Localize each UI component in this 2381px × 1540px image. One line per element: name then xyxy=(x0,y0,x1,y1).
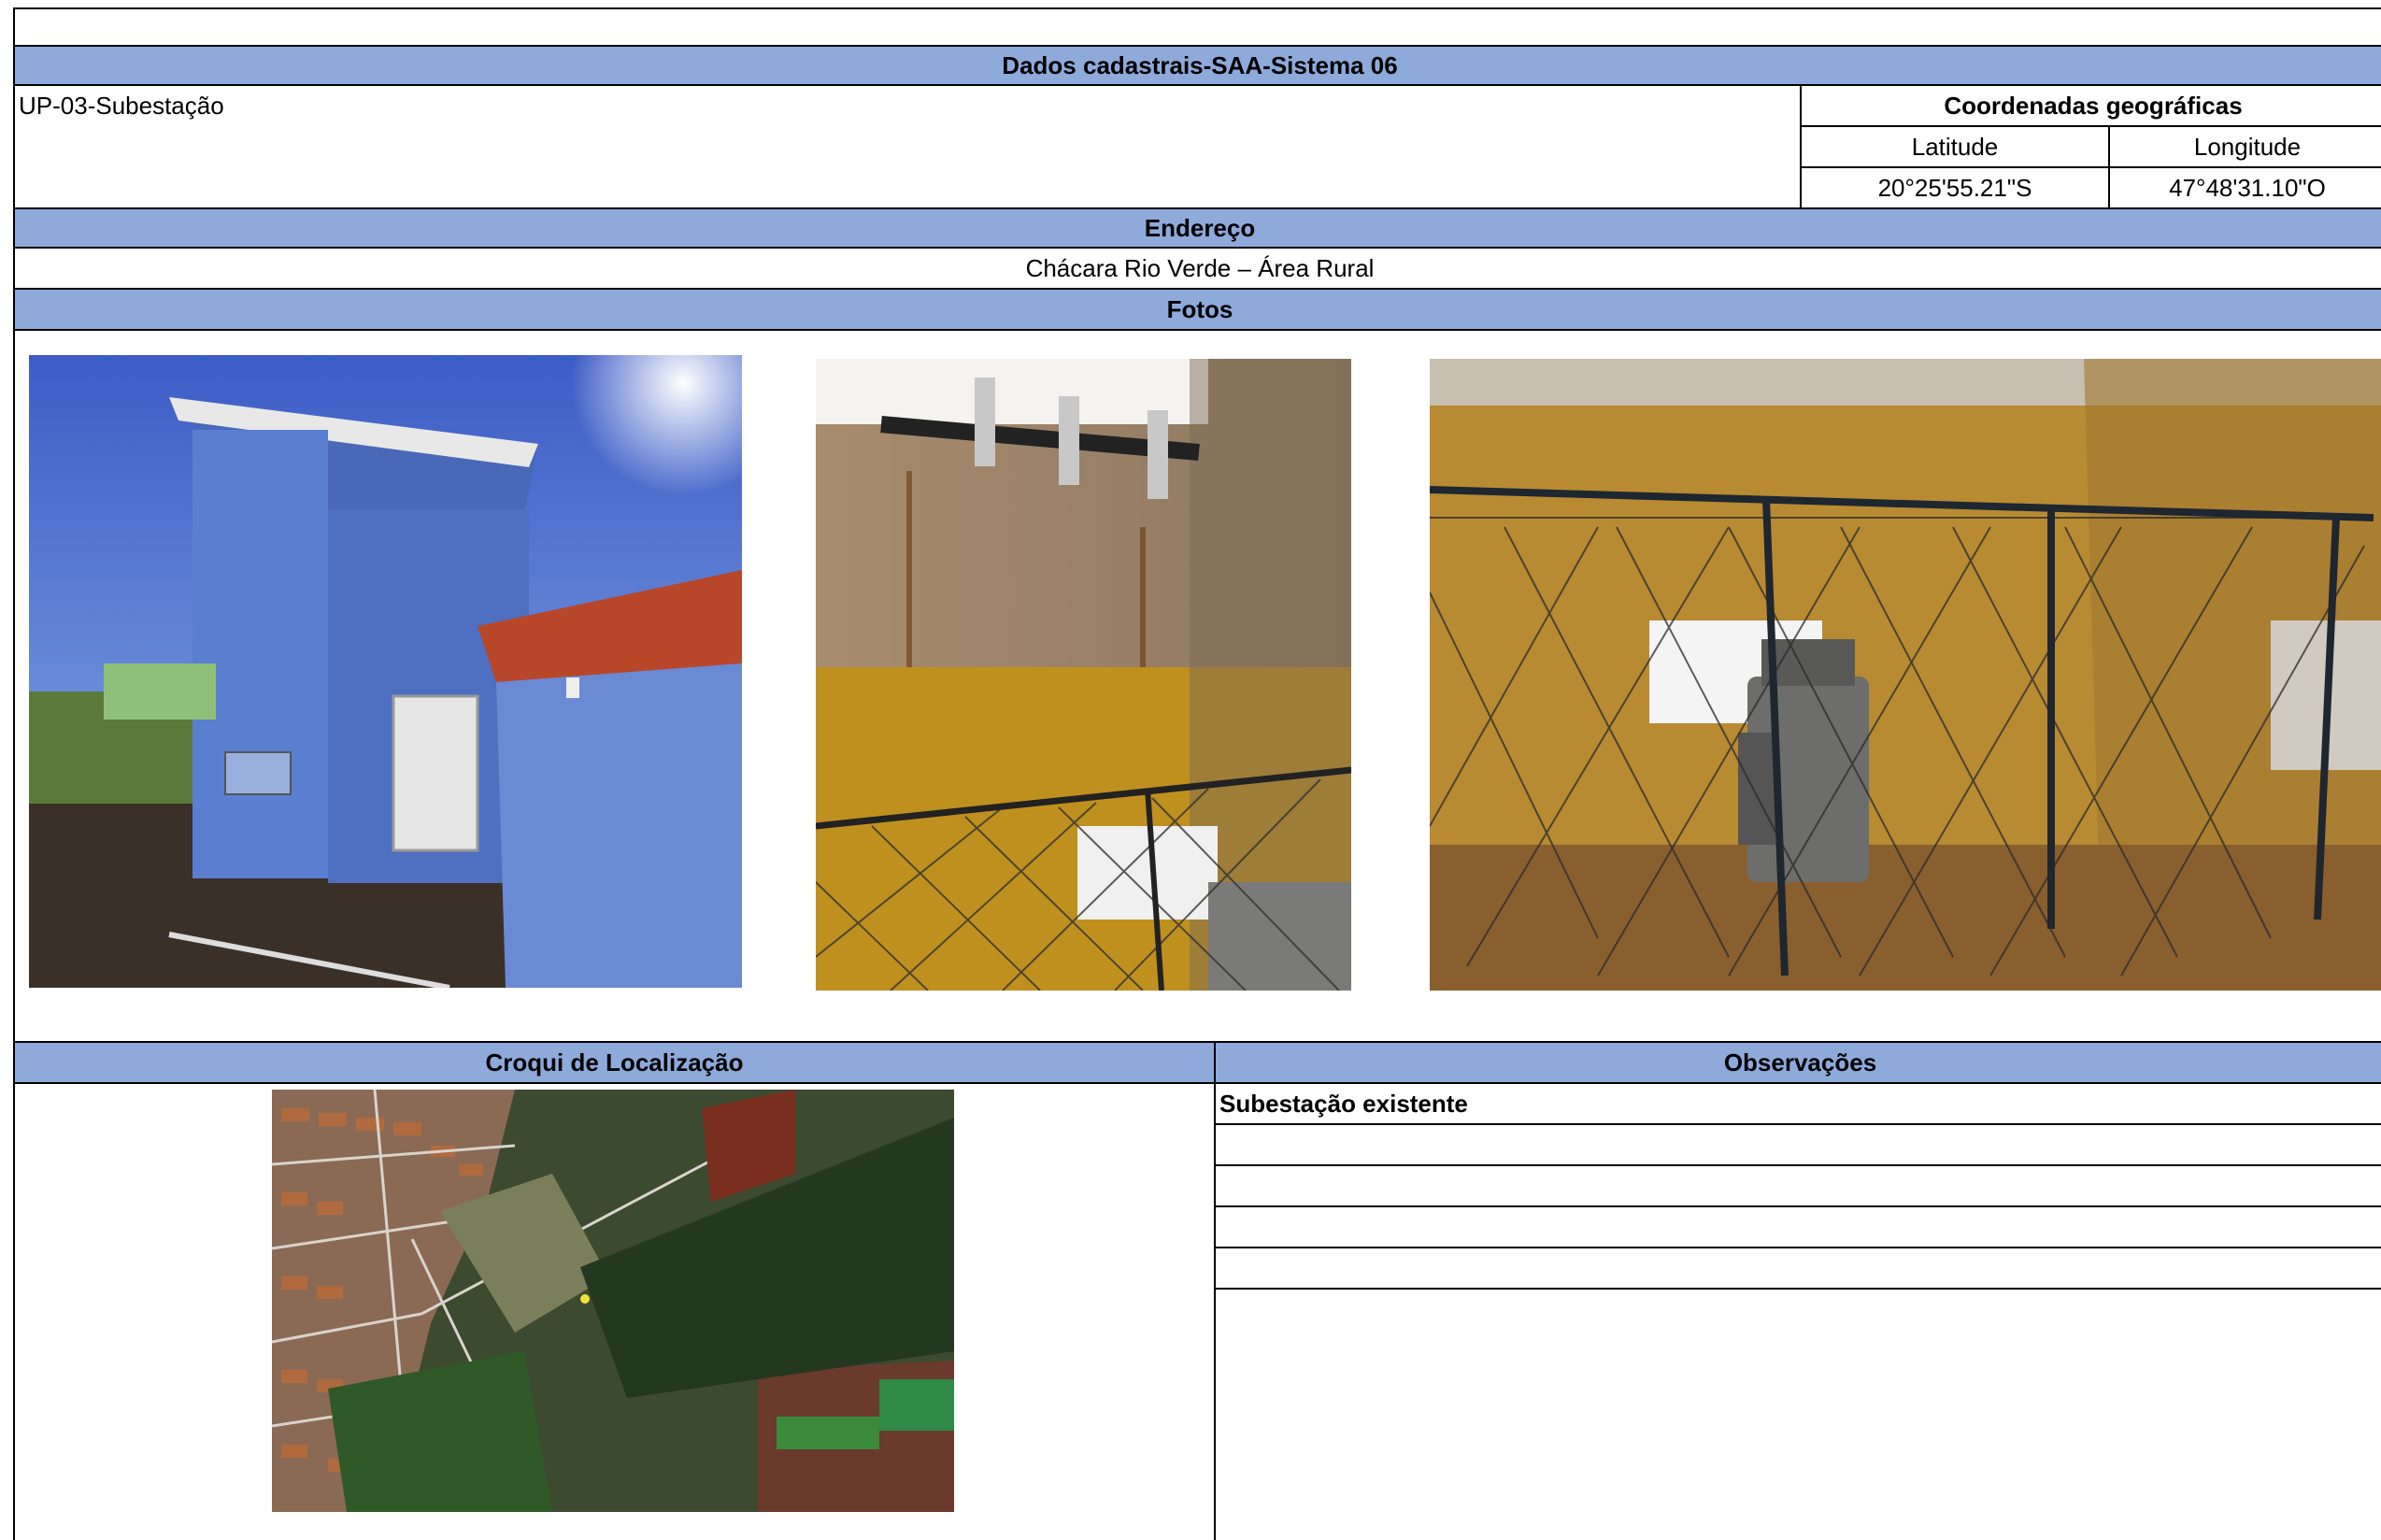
longitude-value-cell: 47°48'31.10"O xyxy=(2108,166,2381,209)
location-map xyxy=(272,1090,954,1512)
latitude-value: 20°25'55.21"S xyxy=(1877,173,2032,202)
map-header: Croqui de Localização xyxy=(13,1041,1216,1084)
unit-name-cell: UP-03-Subestação xyxy=(13,84,1802,209)
coords-header: Coordenadas geográficas xyxy=(1800,84,2381,127)
longitude-label-cell: Longitude xyxy=(2108,125,2381,168)
obs-header: Observações xyxy=(1214,1041,2381,1084)
longitude-label: Longitude xyxy=(2193,132,2302,161)
photo-transformer-interior xyxy=(1430,359,2381,991)
photo-insulators-interior xyxy=(816,359,1351,991)
obs-line-1-text: Subestação existente xyxy=(1219,1089,1468,1118)
latitude-label-cell: Latitude xyxy=(1800,125,2110,168)
coords-header-label: Coordenadas geográficas xyxy=(1944,91,2243,120)
photos-header: Fotos xyxy=(13,288,2381,331)
unit-name: UP-03-Subestação xyxy=(19,92,224,120)
sheet-title: Dados cadastrais-SAA-Sistema 06 xyxy=(13,45,2381,86)
obs-line-4 xyxy=(1214,1205,2381,1248)
obs-line-2 xyxy=(1214,1123,2381,1166)
obs-line-3 xyxy=(1214,1164,2381,1207)
obs-line-1: Subestação existente xyxy=(1214,1082,2381,1125)
photo-substation-exterior xyxy=(29,355,742,988)
obs-line-5 xyxy=(1214,1247,2381,1290)
address-header: Endereço xyxy=(13,207,2381,249)
address-value: Chácara Rio Verde – Área Rural xyxy=(1025,253,1375,282)
longitude-value: 47°48'31.10"O xyxy=(2169,173,2326,202)
address-value-cell: Chácara Rio Verde – Área Rural xyxy=(13,247,2381,290)
latitude-label: Latitude xyxy=(1911,132,1999,161)
latitude-value-cell: 20°25'55.21"S xyxy=(1800,166,2110,209)
